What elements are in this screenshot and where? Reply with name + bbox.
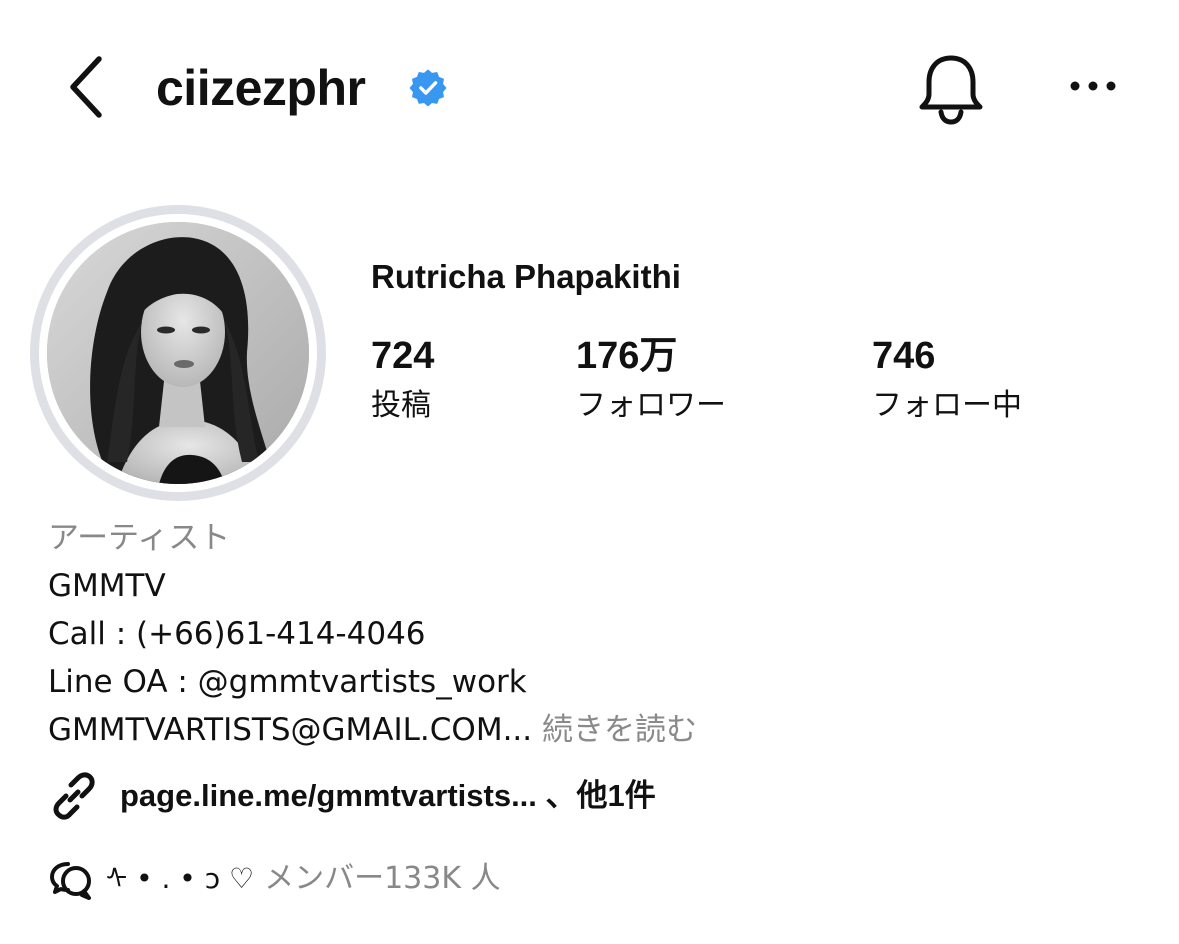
bell-icon	[919, 55, 983, 125]
stat-posts-label: 投稿	[371, 388, 431, 423]
link-icon	[53, 772, 95, 820]
stat-following[interactable]: 746 フォロー中	[872, 332, 1022, 428]
external-links[interactable]: page.line.me/gmmtvartists... 、他1件	[48, 770, 656, 822]
stat-following-label: フォロー中	[872, 388, 1022, 423]
bio-line: GMMTV	[48, 568, 166, 604]
link-text: page.line.me/gmmtvartists... 、他1件	[120, 778, 656, 813]
read-more-link[interactable]: 続きを読む	[542, 712, 697, 748]
profile-photo	[47, 222, 309, 484]
stat-followers-label: フォロワー	[576, 388, 726, 423]
notification-button[interactable]	[914, 50, 988, 126]
stat-followers-count: 176万	[576, 335, 678, 377]
stat-following-count: 746	[872, 335, 936, 377]
username: ciizezphr	[156, 60, 366, 116]
bio-line: Line OA : @gmmtvartists_work	[48, 664, 527, 700]
profile-category: アーティスト	[48, 520, 231, 556]
stat-posts-count: 724	[371, 335, 435, 377]
channel-member-count: メンバー133K 人	[264, 861, 501, 896]
bio-line: GMMTVARTISTS@GMAIL.COM...	[48, 712, 533, 748]
stat-posts[interactable]: 724 投稿	[371, 332, 434, 428]
more-horizontal-icon	[1070, 81, 1116, 91]
stat-followers[interactable]: 176万 フォロワー	[576, 332, 726, 428]
more-options-button[interactable]	[1062, 66, 1124, 106]
display-name: Rutricha Phapakithi	[371, 258, 681, 295]
channel-name: ᠰ • . • ɔ ♡	[106, 862, 255, 895]
broadcast-channel[interactable]: ᠰ • . • ɔ ♡ メンバー133K 人	[48, 856, 501, 902]
verified-badge-icon	[409, 69, 447, 106]
bio-line: Call : (+66)61-414-4046	[48, 616, 426, 652]
bio-last-line: GMMTVARTISTS@GMAIL.COM... 続きを読む	[48, 710, 697, 750]
chevron-left-icon	[70, 56, 102, 118]
back-button[interactable]	[58, 52, 112, 122]
broadcast-channel-icon	[50, 862, 91, 900]
avatar[interactable]	[47, 222, 309, 484]
